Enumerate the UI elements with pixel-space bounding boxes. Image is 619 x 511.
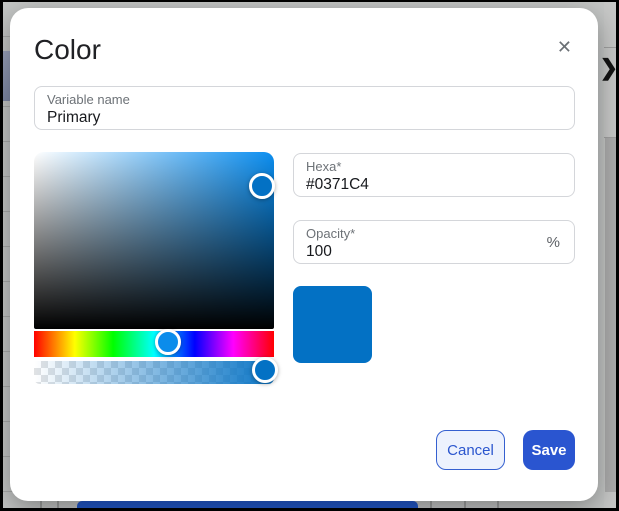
hexa-input[interactable] xyxy=(306,175,562,195)
opacity-handle[interactable] xyxy=(252,357,278,383)
hue-slider[interactable] xyxy=(34,331,274,357)
scrollbar-track[interactable] xyxy=(605,138,616,492)
divider xyxy=(604,47,616,48)
saturation-handle[interactable] xyxy=(249,173,275,199)
color-picker xyxy=(34,152,274,386)
hexa-label: Hexa* xyxy=(306,159,562,175)
hue-handle[interactable] xyxy=(155,329,181,355)
percent-unit: % xyxy=(547,234,560,251)
variable-name-input[interactable] xyxy=(47,108,562,128)
opacity-field[interactable]: Opacity* % xyxy=(293,220,575,264)
opacity-input[interactable] xyxy=(306,242,562,262)
cancel-button[interactable]: Cancel xyxy=(436,430,505,470)
color-dialog: Color ✕ Variable name Hexa* Opacity* % C… xyxy=(10,8,598,501)
variable-name-label: Variable name xyxy=(47,92,562,108)
chevron-right-icon[interactable]: ❯ xyxy=(600,57,618,79)
opacity-label: Opacity* xyxy=(306,226,562,242)
opacity-slider[interactable] xyxy=(34,361,274,384)
close-icon[interactable]: ✕ xyxy=(557,38,572,56)
save-button[interactable]: Save xyxy=(523,430,575,470)
variable-name-field[interactable]: Variable name xyxy=(34,86,575,130)
dialog-title: Color xyxy=(34,34,101,66)
hexa-field[interactable]: Hexa* xyxy=(293,153,575,197)
color-preview-swatch xyxy=(293,286,372,363)
saturation-area[interactable] xyxy=(34,152,274,329)
background-bottom-bar xyxy=(77,501,418,508)
